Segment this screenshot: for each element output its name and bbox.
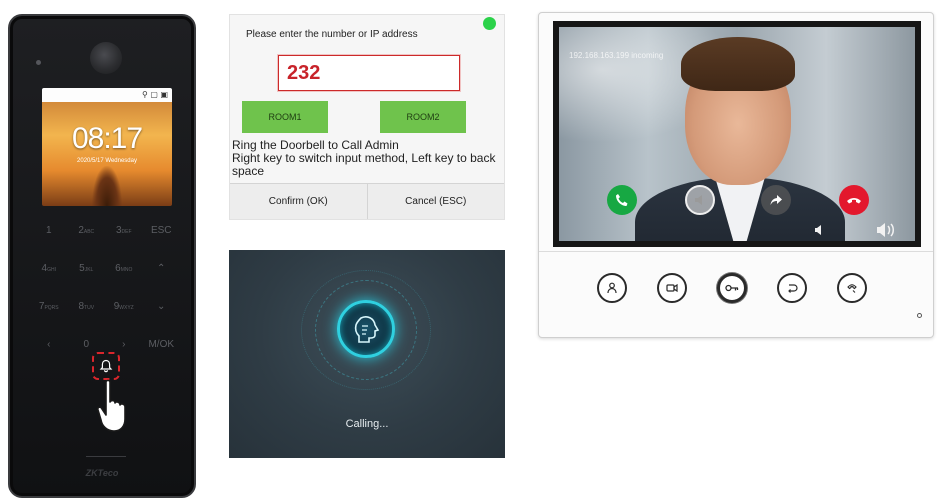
pointing-hand-icon: [97, 379, 126, 432]
dial-dialog: Please enter the number or IP address 23…: [229, 14, 505, 220]
status-icons: ⚲ ▢ ▣: [141, 90, 168, 99]
caller-hair: [681, 37, 795, 91]
transfer-button[interactable]: [777, 273, 807, 303]
key-0[interactable]: 0: [68, 338, 106, 352]
phone-answer-icon: [616, 194, 628, 206]
key-6[interactable]: 6MNO: [105, 262, 143, 276]
doorbell-button[interactable]: [92, 352, 120, 380]
forward-button[interactable]: [761, 185, 791, 215]
key-left[interactable]: ‹: [30, 338, 68, 352]
terminal-date: 2020/5/17 Wednesday: [77, 158, 137, 164]
mute-button[interactable]: [685, 185, 715, 215]
key-menu-ok[interactable]: M/OK: [143, 338, 181, 352]
key-5[interactable]: 5JKL: [68, 262, 106, 276]
dialog-actions: Confirm (OK) Cancel (ESC): [230, 183, 504, 219]
key-1[interactable]: 1: [30, 224, 68, 238]
cancel-button[interactable]: Cancel (ESC): [366, 184, 505, 219]
monitor-divider: [539, 251, 933, 252]
keypad: 1 2ABC 3DEF ESC 4GHI 5JKL 6MNO ⌃ 7PQRS 8…: [30, 224, 180, 352]
brand-logo: ZKTeco: [85, 468, 119, 478]
light-sensor: [36, 60, 41, 65]
key-esc[interactable]: ESC: [143, 224, 181, 238]
incoming-info: 192.168.163.199 incoming: [569, 51, 664, 60]
bell-icon: [99, 359, 113, 373]
key-right[interactable]: ›: [105, 338, 143, 352]
camera-lens: [90, 42, 122, 74]
key-4[interactable]: 4GHI: [30, 262, 68, 276]
key-9[interactable]: 9WXYZ: [105, 300, 143, 314]
room1-button[interactable]: ROOM1: [242, 101, 328, 133]
volume-up-icon[interactable]: [875, 221, 897, 239]
confirm-button[interactable]: Confirm (OK): [230, 184, 367, 219]
dial-prompt: Please enter the number or IP address: [246, 29, 418, 40]
divider-line: [86, 456, 126, 457]
key-8[interactable]: 8TUV: [68, 300, 106, 314]
person-icon: [607, 282, 617, 294]
face-profile-icon: [354, 316, 380, 343]
calling-panel: Calling...: [229, 250, 505, 458]
handset-icon: [847, 284, 857, 293]
call-handset-button[interactable]: [837, 273, 867, 303]
forward-arrow-icon: [770, 195, 782, 205]
wallpaper-hands: [92, 166, 122, 206]
access-terminal: ⚲ ▢ ▣ 08:17 2020/5/17 Wednesday 1 2ABC 3…: [8, 14, 196, 498]
status-indicator: [483, 17, 496, 30]
indoor-monitor: 192.168.163.199 incoming: [538, 12, 934, 338]
calling-status: Calling...: [345, 418, 389, 430]
unlock-button[interactable]: [717, 273, 747, 303]
number-input[interactable]: 232: [278, 55, 460, 91]
key-icon: [725, 284, 739, 292]
answer-button[interactable]: [607, 185, 637, 215]
intercom-button[interactable]: [597, 273, 627, 303]
key-7[interactable]: 7PQRS: [30, 300, 68, 314]
power-led: [917, 313, 922, 318]
key-down[interactable]: ⌄: [143, 300, 181, 314]
instruction-line-2: Right key to switch input method, Left k…: [232, 151, 496, 178]
instruction-text: Ring the Doorbell to Call Admin Right ke…: [232, 139, 502, 178]
monitor-view-button[interactable]: [657, 273, 687, 303]
terminal-clock: 08:17: [71, 122, 143, 155]
key-up[interactable]: ⌃: [143, 262, 181, 276]
room2-button[interactable]: ROOM2: [380, 101, 466, 133]
terminal-screen: ⚲ ▢ ▣ 08:17 2020/5/17 Wednesday: [42, 88, 172, 206]
calling-ring: [337, 300, 395, 358]
key-3[interactable]: 3DEF: [105, 224, 143, 238]
key-2[interactable]: 2ABC: [68, 224, 106, 238]
camera-icon: [666, 283, 678, 293]
monitor-screen: 192.168.163.199 incoming: [553, 21, 921, 247]
monitor-buttons: [597, 273, 867, 303]
return-arrow-icon: [788, 284, 798, 293]
phone-hangup-icon: [847, 198, 861, 204]
volume-down-icon[interactable]: [813, 223, 827, 237]
hangup-button[interactable]: [839, 185, 869, 215]
speaker-icon: [695, 195, 702, 205]
